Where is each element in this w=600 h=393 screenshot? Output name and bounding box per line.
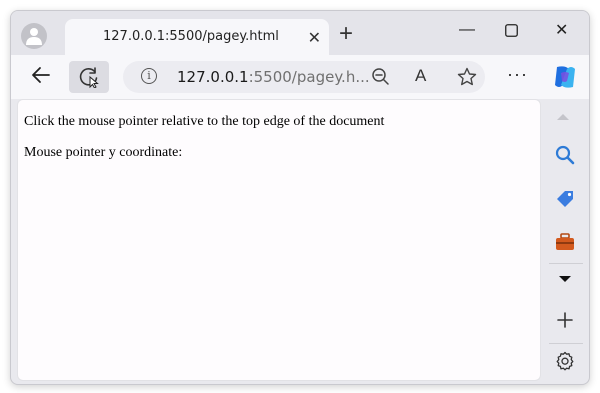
- back-arrow-icon[interactable]: [29, 63, 53, 87]
- tab-close-icon[interactable]: ✕: [308, 28, 321, 48]
- title-bar: 127.0.0.1:5500/pagey.html ✕ + — ✕: [11, 11, 589, 55]
- minimize-button[interactable]: —: [459, 21, 475, 39]
- instruction-text: Click the mouse pointer relative to the …: [24, 114, 385, 129]
- new-tab-button[interactable]: +: [339, 22, 353, 46]
- person-icon: [26, 28, 42, 45]
- sidebar-divider-bottom: [549, 343, 583, 344]
- address-bar[interactable]: i 127.0.0.1:5500/pagey.h... A: [123, 61, 485, 93]
- sidebar-divider: [549, 263, 583, 264]
- browser-tab[interactable]: 127.0.0.1:5500/pagey.html ✕: [65, 19, 329, 55]
- collapse-arrow-icon[interactable]: [558, 275, 572, 283]
- settings-gear-icon[interactable]: [555, 351, 575, 371]
- add-icon[interactable]: [556, 311, 574, 329]
- toolbox-icon[interactable]: [555, 233, 575, 251]
- y-coordinate-label: Mouse pointer y coordinate:: [24, 145, 183, 160]
- close-window-button[interactable]: ✕: [555, 20, 568, 40]
- scroll-up-icon[interactable]: [554, 111, 572, 121]
- refresh-icon: [79, 67, 99, 88]
- more-options-button[interactable]: ···: [507, 65, 528, 83]
- maximize-button[interactable]: [505, 24, 518, 37]
- zoom-out-icon[interactable]: [371, 67, 391, 87]
- profile-avatar[interactable]: [21, 23, 47, 49]
- url-text: 127.0.0.1:5500/pagey.h...: [177, 68, 370, 86]
- search-icon[interactable]: [555, 145, 575, 165]
- shopping-tag-icon[interactable]: [555, 189, 575, 209]
- toolbar: i 127.0.0.1:5500/pagey.h... A ···: [11, 55, 589, 99]
- tab-title: 127.0.0.1:5500/pagey.html: [103, 29, 279, 44]
- read-aloud-icon[interactable]: A: [415, 66, 426, 86]
- copilot-icon[interactable]: [551, 63, 579, 91]
- browser-window: 127.0.0.1:5500/pagey.html ✕ + — ✕ i 127.…: [10, 10, 590, 385]
- info-icon[interactable]: i: [141, 68, 157, 84]
- refresh-button[interactable]: [69, 61, 109, 93]
- favorite-star-icon[interactable]: [457, 67, 477, 87]
- page-content[interactable]: Click the mouse pointer relative to the …: [17, 99, 541, 381]
- edge-sidebar: [545, 99, 589, 384]
